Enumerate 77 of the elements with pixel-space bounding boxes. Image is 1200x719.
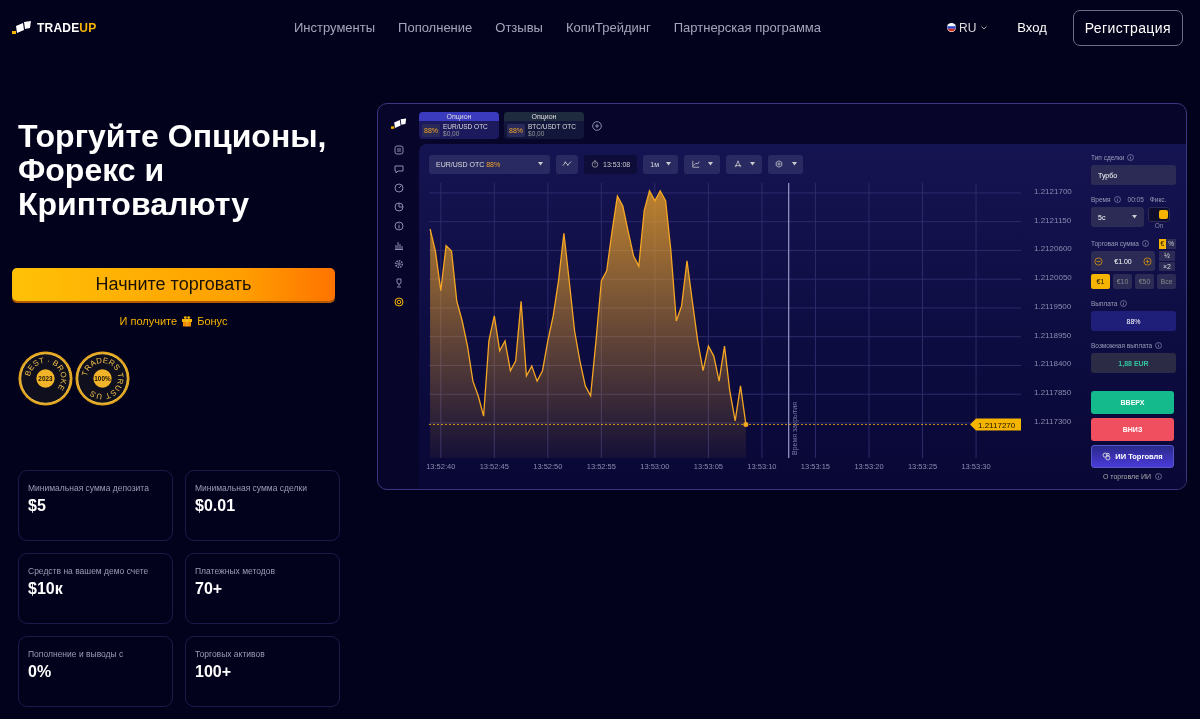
stat-label: Минимальная сумма депозита bbox=[28, 483, 149, 493]
bars-icon[interactable] bbox=[393, 240, 404, 250]
stat-label: Минимальная сумма сделки bbox=[195, 483, 307, 493]
flag-icon bbox=[947, 23, 956, 32]
grid-icon[interactable] bbox=[393, 145, 404, 155]
stat-value: $5 bbox=[28, 497, 46, 515]
stat-label: Торговых активов bbox=[195, 649, 265, 659]
gauge-icon[interactable] bbox=[393, 183, 404, 193]
y-axis-label: 1.2121150 bbox=[1034, 215, 1072, 225]
start-trading-button[interactable]: Начните торговать bbox=[12, 268, 335, 301]
indicator-button[interactable] bbox=[556, 154, 578, 174]
compass-icon bbox=[732, 160, 743, 168]
logo-icon bbox=[390, 118, 407, 130]
y-axis-label: 1.2117850 bbox=[1034, 388, 1072, 398]
stat-label: Пополнение и выводы с bbox=[28, 649, 124, 659]
stat-value: 100+ bbox=[195, 663, 232, 681]
caret-icon bbox=[981, 25, 988, 30]
nav-link[interactable]: Отзывы bbox=[495, 20, 543, 35]
caret-icon bbox=[538, 162, 543, 166]
login-link[interactable]: Вход bbox=[1017, 20, 1047, 35]
stat-value: $0.01 bbox=[195, 497, 236, 515]
logo-text: TRADEUP bbox=[37, 20, 97, 35]
nav-link[interactable]: Партнерская программа bbox=[673, 20, 821, 35]
brain-icon bbox=[1102, 452, 1112, 461]
stat-value: 70+ bbox=[195, 580, 223, 598]
settings-icon bbox=[773, 160, 784, 168]
hero-title: Торгуйте Опционы, Форекс и Криптовалюту bbox=[18, 119, 328, 221]
info-icon[interactable] bbox=[393, 221, 404, 231]
coin-icon[interactable] bbox=[393, 297, 404, 307]
wave-icon bbox=[562, 160, 572, 168]
y-axis-label: 1.2120050 bbox=[1034, 273, 1072, 283]
register-button[interactable]: Регистрация bbox=[1072, 9, 1183, 46]
y-axis-label: 1.2119500 bbox=[1034, 301, 1072, 311]
info-icon bbox=[1127, 154, 1135, 161]
line-chart-icon bbox=[690, 160, 701, 168]
logo-icon bbox=[12, 20, 32, 35]
add-icon[interactable] bbox=[592, 120, 602, 131]
nav-link[interactable]: Пополнение bbox=[398, 20, 473, 35]
stat-label: Средств на вашем демо счете bbox=[28, 566, 149, 576]
pie-icon[interactable] bbox=[393, 202, 404, 212]
caret-icon bbox=[749, 162, 755, 166]
info-icon bbox=[1113, 196, 1121, 203]
caret-icon bbox=[665, 162, 671, 166]
bonus-text: Бонус bbox=[197, 315, 228, 327]
info-icon bbox=[1141, 240, 1149, 247]
language-selector[interactable]: RU bbox=[941, 19, 994, 36]
stat-value: $10к bbox=[28, 580, 63, 598]
price-tag: 1.2117270 bbox=[970, 418, 1021, 431]
drawing-tools-select[interactable] bbox=[725, 154, 762, 174]
trophy-icon[interactable] bbox=[393, 278, 404, 288]
y-axis-label: 1.2120600 bbox=[1034, 244, 1072, 254]
stat-value: 0% bbox=[28, 663, 52, 681]
plus-icon[interactable] bbox=[1143, 256, 1152, 266]
price-point bbox=[743, 422, 749, 428]
ref-line-label: 1.2117270 bbox=[978, 420, 1016, 430]
settings-select[interactable] bbox=[767, 154, 803, 174]
y-axis-label: 1.2117300 bbox=[1034, 416, 1072, 426]
gift-icon bbox=[181, 315, 194, 327]
y-axis-label: 1.2121700 bbox=[1034, 186, 1072, 196]
y-axis-label: 1.2118950 bbox=[1034, 330, 1072, 340]
nav-link[interactable]: Инструменты bbox=[294, 20, 376, 35]
chart-type-select[interactable] bbox=[683, 154, 720, 174]
bonus-text: И получите bbox=[119, 315, 178, 327]
info-icon bbox=[1155, 342, 1163, 349]
nav-link[interactable]: КопиТрейдинг bbox=[565, 20, 651, 35]
chat-icon[interactable] bbox=[393, 164, 404, 174]
stat-label: Платежных методов bbox=[195, 566, 275, 576]
info-icon bbox=[1155, 473, 1163, 480]
fixed-toggle[interactable] bbox=[1148, 207, 1170, 222]
timer-icon bbox=[591, 160, 599, 168]
y-axis-label: 1.2118400 bbox=[1034, 359, 1072, 369]
minus-icon[interactable] bbox=[1094, 256, 1103, 266]
gear-icon[interactable] bbox=[393, 259, 404, 269]
caret-icon bbox=[707, 162, 713, 166]
info-icon bbox=[1120, 300, 1128, 307]
caret-icon bbox=[1132, 215, 1137, 219]
caret-icon bbox=[791, 162, 797, 166]
